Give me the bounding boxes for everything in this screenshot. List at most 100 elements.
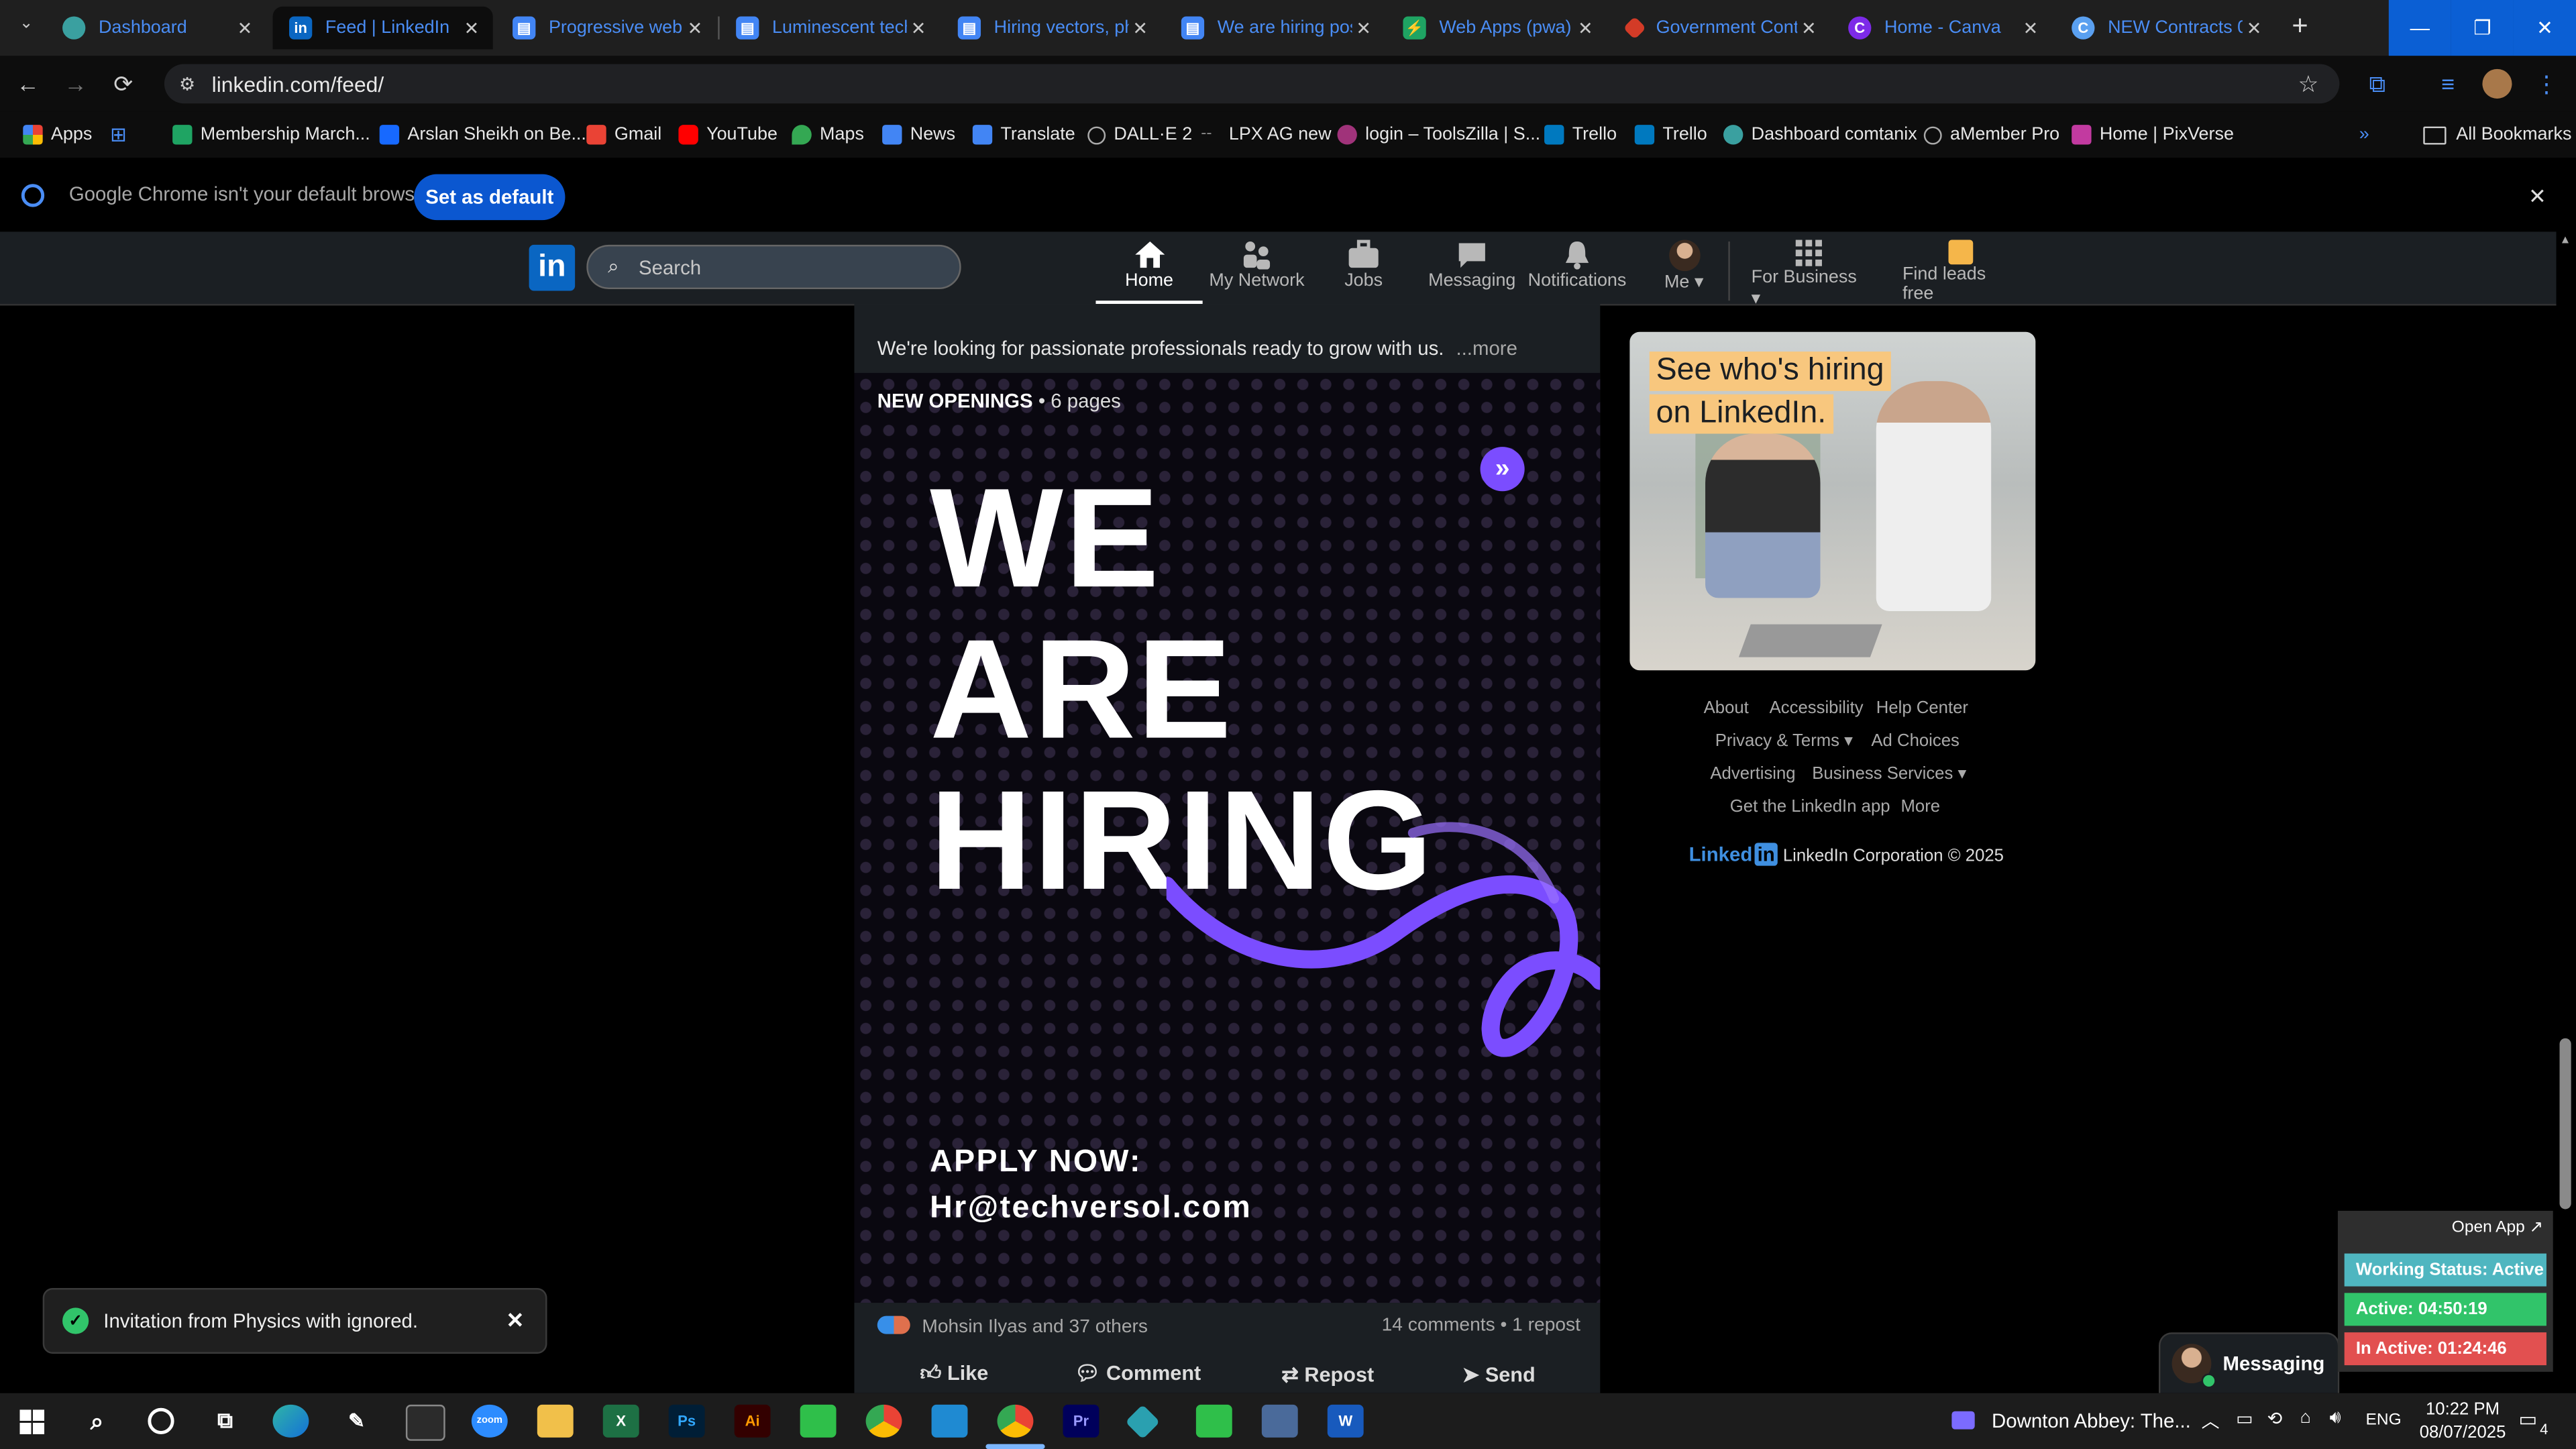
- footer-privacy[interactable]: Privacy & Terms ▾: [1715, 731, 1853, 751]
- cortana-icon[interactable]: [143, 1405, 179, 1438]
- close-tab-icon[interactable]: ✕: [684, 17, 706, 38]
- scrollbar-thumb[interactable]: [2559, 1038, 2571, 1210]
- bookmark-star-icon[interactable]: ☆: [2294, 69, 2323, 99]
- file-explorer-icon[interactable]: [537, 1404, 574, 1438]
- repost-button[interactable]: ⇄ Repost: [1281, 1362, 1374, 1387]
- messaging-overlay[interactable]: Messaging: [2158, 1332, 2340, 1393]
- tab-web-apps[interactable]: ⚡ Web Apps (pwa) I ✕: [1387, 7, 1607, 50]
- footer-help-center[interactable]: Help Center: [1876, 698, 1968, 718]
- nav-jobs[interactable]: Jobs: [1314, 238, 1413, 304]
- search-input[interactable]: [635, 254, 922, 280]
- close-tab-icon[interactable]: ✕: [233, 17, 256, 38]
- bookmark-maps[interactable]: Maps: [792, 121, 864, 148]
- close-tab-icon[interactable]: ✕: [1128, 17, 1151, 38]
- vscode-icon[interactable]: [931, 1404, 968, 1438]
- site-info-icon[interactable]: ⚙: [179, 73, 195, 94]
- address-bar[interactable]: ⚙ linkedin.com/feed/: [164, 64, 2340, 104]
- bookmark-trello-1[interactable]: Trello: [1544, 121, 1617, 148]
- next-page-button[interactable]: »: [1480, 447, 1525, 492]
- document-carousel[interactable]: NEW OPENINGS • 6 pages » WE ARE HIRING A…: [854, 372, 1601, 1303]
- set-as-default-button[interactable]: Set as default: [414, 174, 566, 221]
- chrome-icon[interactable]: [865, 1404, 902, 1438]
- pen-icon[interactable]: ✎: [338, 1405, 374, 1438]
- close-window-icon[interactable]: ✕: [2513, 0, 2576, 56]
- bookmark-toolszilla[interactable]: login – ToolsZilla | S...: [1337, 121, 1540, 148]
- close-tab-icon[interactable]: ✕: [2019, 17, 2042, 38]
- tab-we-are-hiring[interactable]: ▤ We are hiring pos ✕: [1165, 7, 1385, 50]
- word-icon[interactable]: W: [1327, 1404, 1364, 1438]
- bookmark-gmail[interactable]: Gmail: [586, 121, 661, 148]
- nav-find-leads[interactable]: Find leads free: [1902, 238, 2017, 304]
- tray-chevron-icon[interactable]: ︿: [2202, 1408, 2220, 1434]
- premiere-icon[interactable]: Pr: [1063, 1404, 1099, 1438]
- close-tab-icon[interactable]: ✕: [2243, 17, 2265, 38]
- minimize-icon[interactable]: —: [2388, 0, 2451, 56]
- bookmark-news[interactable]: News: [882, 121, 955, 148]
- bookmark-youtube[interactable]: YouTube: [678, 121, 777, 148]
- media-playing[interactable]: Downton Abbey: The...: [1951, 1409, 2191, 1433]
- edge-icon[interactable]: [272, 1404, 309, 1438]
- hiring-ad-card[interactable]: See who's hiring on LinkedIn.: [1629, 331, 2036, 671]
- like-button[interactable]: 👍︎ Like: [920, 1362, 988, 1387]
- send-button[interactable]: ➤ Send: [1462, 1362, 1536, 1387]
- nav-messaging[interactable]: Messaging: [1421, 238, 1523, 304]
- media-control-icon[interactable]: ≡: [2433, 69, 2463, 99]
- windows-start-icon[interactable]: [19, 1409, 45, 1434]
- tab-government[interactable]: Government Cont ✕: [1610, 7, 1830, 50]
- tray-network-icon[interactable]: ⌂: [2300, 1408, 2311, 1428]
- back-icon[interactable]: ←: [13, 69, 43, 99]
- footer-ad-choices[interactable]: Ad Choices: [1871, 731, 1960, 751]
- bookmark-lpx[interactable]: -- LPX AG new: [1201, 121, 1331, 148]
- close-infobar-icon[interactable]: ✕: [2528, 184, 2546, 210]
- illustrator-icon[interactable]: Ai: [734, 1404, 771, 1438]
- search-icon[interactable]: ⌕: [79, 1405, 115, 1438]
- bookmark-translate[interactable]: Translate: [972, 121, 1075, 148]
- tray-update-icon[interactable]: ⟲: [2267, 1408, 2283, 1429]
- see-more-link[interactable]: ...more: [1456, 337, 1517, 360]
- reload-icon[interactable]: ⟳: [109, 69, 138, 99]
- profile-avatar[interactable]: [2482, 68, 2512, 99]
- tab-progressive-web[interactable]: ▤ Progressive web a ✕: [496, 7, 716, 50]
- nav-my-network[interactable]: My Network: [1204, 238, 1309, 304]
- clock-date[interactable]: 08/07/2025: [2415, 1423, 2510, 1442]
- tab-search-icon[interactable]: ⌄: [13, 15, 40, 41]
- tray-monitor-icon[interactable]: ▭: [2236, 1408, 2253, 1429]
- bookmarks-overflow-icon[interactable]: »: [2359, 121, 2369, 148]
- bookmark-tab-groups[interactable]: ⊞: [110, 121, 127, 148]
- footer-accessibility[interactable]: Accessibility: [1770, 698, 1864, 718]
- terminal-icon[interactable]: [405, 1404, 445, 1441]
- nav-for-business[interactable]: For Business ▾: [1752, 238, 1866, 309]
- clock-time[interactable]: 10:22 PM: [2422, 1400, 2504, 1419]
- comments-count[interactable]: 14 comments • 1 repost: [1382, 1316, 1580, 1336]
- search-box[interactable]: ⌕: [586, 244, 961, 290]
- bookmark-pixverse[interactable]: Home | PixVerse: [2072, 121, 2234, 148]
- green-app-2-icon[interactable]: [1195, 1404, 1232, 1438]
- reactions-count[interactable]: Mohsin Ilyas and 37 others: [922, 1318, 1148, 1337]
- restore-icon[interactable]: ❐: [2451, 0, 2514, 56]
- all-bookmarks[interactable]: All Bookmarks: [2423, 121, 2571, 148]
- green-app-icon[interactable]: [800, 1404, 837, 1438]
- tab-canva[interactable]: C Home - Canva ✕: [1832, 7, 2052, 50]
- close-tab-icon[interactable]: ✕: [1352, 17, 1375, 38]
- footer-about[interactable]: About: [1704, 698, 1749, 718]
- footer-business-services[interactable]: Business Services ▾: [1812, 764, 1966, 784]
- nav-notifications[interactable]: Notifications: [1525, 238, 1630, 304]
- photoshop-icon[interactable]: Ps: [668, 1404, 705, 1438]
- close-tab-icon[interactable]: ✕: [1574, 17, 1597, 38]
- tab-new-contracts[interactable]: C NEW Contracts 0 ✕: [2055, 7, 2275, 50]
- scroll-up-arrow-icon[interactable]: ▲: [2560, 235, 2571, 246]
- footer-advertising[interactable]: Advertising: [1710, 764, 1795, 784]
- calculator-icon[interactable]: [1261, 1404, 1298, 1438]
- chrome-menu-icon[interactable]: ⋮: [2532, 69, 2561, 99]
- bookmark-trello-2[interactable]: Trello: [1634, 121, 1707, 148]
- tab-luminescent[interactable]: ▤ Luminescent tech ✕: [720, 7, 940, 50]
- nav-home[interactable]: Home: [1095, 238, 1203, 305]
- bookmark-amember[interactable]: aMember Pro: [1923, 121, 2059, 148]
- linkedin-logo[interactable]: in: [529, 244, 576, 291]
- excel-icon[interactable]: X: [602, 1404, 639, 1438]
- footer-get-app[interactable]: Get the LinkedIn app: [1730, 797, 1890, 816]
- forward-icon[interactable]: →: [61, 69, 91, 99]
- open-app-link[interactable]: Open App ↗: [2452, 1219, 2543, 1237]
- bookmark-dalle[interactable]: DALL·E 2: [1087, 121, 1192, 148]
- bookmark-apps[interactable]: Apps: [23, 121, 92, 148]
